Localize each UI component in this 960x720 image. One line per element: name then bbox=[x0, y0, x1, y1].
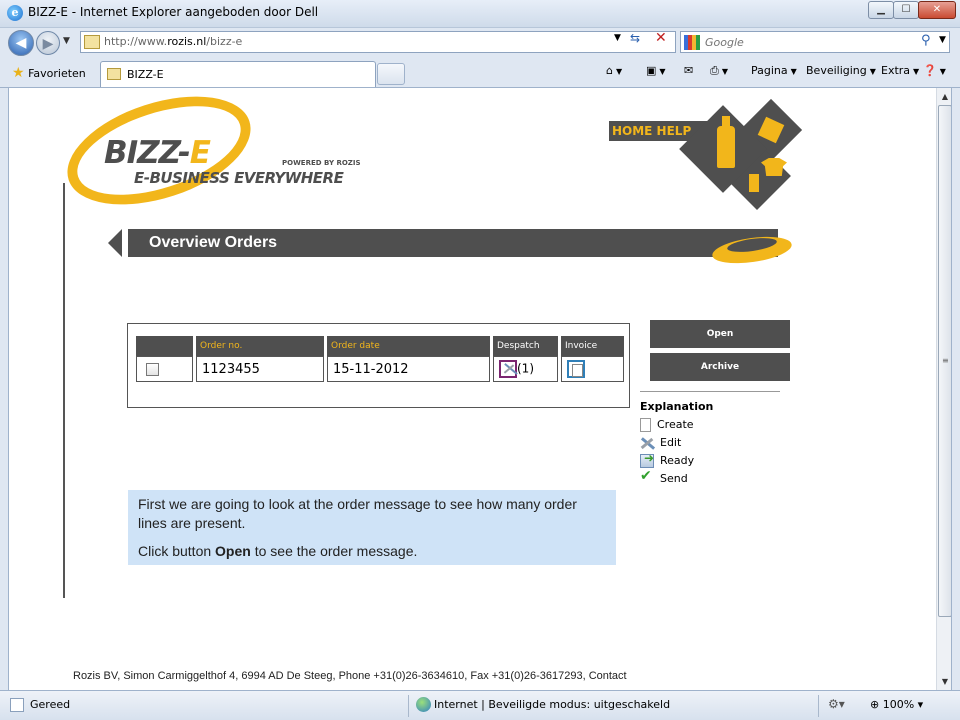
logo-powered-by: POWERED BY ROZIS bbox=[282, 159, 361, 167]
legend-item-create: Create bbox=[640, 418, 694, 432]
scroll-up-icon[interactable]: ▲ bbox=[937, 88, 951, 105]
left-divider bbox=[63, 183, 65, 598]
table-header-row: Order no. Order date Despatch Invoice bbox=[136, 336, 624, 356]
checkmark-icon bbox=[640, 468, 654, 486]
search-options-dropdown-icon[interactable]: ▼ bbox=[939, 35, 946, 45]
vertical-scrollbar[interactable]: ▲ ≡ ▼ bbox=[936, 88, 951, 690]
row-checkbox[interactable] bbox=[146, 362, 159, 376]
ie-logo-icon: e bbox=[7, 5, 23, 21]
despatch-edit-icon[interactable] bbox=[499, 360, 517, 378]
page-status-icon bbox=[10, 698, 24, 712]
edit-tools-icon bbox=[640, 436, 654, 450]
security-zone[interactable]: Internet | Beveiligde modus: uitgeschake… bbox=[434, 698, 670, 711]
scroll-thumb[interactable]: ≡ bbox=[938, 105, 951, 617]
legend-divider bbox=[640, 391, 780, 392]
favicon-icon bbox=[107, 68, 121, 80]
column-header-invoice: Invoice bbox=[561, 336, 624, 356]
status-text: Gereed bbox=[30, 698, 71, 711]
status-divider bbox=[818, 695, 819, 717]
back-button[interactable]: ◀ bbox=[8, 30, 34, 56]
column-header-order-no[interactable]: Order no. bbox=[196, 336, 324, 356]
legend-item-edit: Edit bbox=[640, 436, 681, 450]
orders-table: Order no. Order date Despatch Invoice 11… bbox=[133, 336, 627, 382]
google-icon bbox=[684, 35, 700, 50]
address-url[interactable]: http://www.rozis.nl/bizz-e bbox=[104, 35, 242, 48]
recent-pages-dropdown-icon[interactable]: ▼ bbox=[63, 36, 70, 46]
tab-label: BIZZ-E bbox=[127, 68, 164, 81]
legend-item-send: Send bbox=[640, 468, 688, 486]
protected-mode-icon[interactable]: ⚙▾ bbox=[828, 697, 845, 711]
page-title: Overview Orders bbox=[149, 234, 278, 251]
bottle-icon bbox=[717, 126, 735, 168]
instruction-line-2: Click button Open to see the order messa… bbox=[138, 543, 418, 559]
pagina-menu[interactable]: Pagina ▼ bbox=[751, 64, 797, 77]
stop-icon[interactable]: ✕ bbox=[655, 30, 667, 46]
legend-item-ready: Ready bbox=[640, 451, 694, 468]
instruction-line-1: First we are going to look at the order … bbox=[138, 496, 577, 531]
mail-icon[interactable]: ✉ bbox=[684, 64, 693, 77]
order-date-cell: 15-11-2012 bbox=[327, 356, 490, 382]
search-box[interactable]: ⚲ ▼ bbox=[680, 31, 950, 53]
page-icon bbox=[84, 35, 100, 49]
maximize-button[interactable]: ☐ bbox=[893, 1, 919, 19]
instruction-box: First we are going to look at the order … bbox=[128, 490, 616, 565]
back-arrow-icon[interactable] bbox=[108, 229, 122, 257]
window-titlebar: e BIZZ-E - Internet Explorer aangeboden … bbox=[0, 0, 960, 28]
column-header-select bbox=[136, 336, 193, 356]
minimize-button[interactable]: ▁ bbox=[868, 1, 894, 19]
row-select-cell[interactable] bbox=[136, 356, 193, 382]
home-help-link[interactable]: HOME HELP bbox=[612, 124, 691, 138]
status-bar: Gereed Internet | Beveiligde modus: uitg… bbox=[0, 690, 960, 720]
address-bar[interactable]: http://www.rozis.nl/bizz-e bbox=[80, 31, 676, 53]
star-icon: ★ bbox=[12, 65, 25, 81]
tab-bizz-e[interactable]: BIZZ-E bbox=[100, 61, 376, 87]
logo-tagline: E-BUSINESS EVERYWHERE bbox=[134, 169, 344, 187]
despatch-cell: (1) bbox=[493, 356, 558, 382]
zoom-level[interactable]: ⊕ 100% ▾ bbox=[870, 698, 923, 711]
column-header-order-date[interactable]: Order date bbox=[327, 336, 490, 356]
page-viewport: BIZZ-E POWERED BY ROZIS E-BUSINESS EVERY… bbox=[8, 88, 952, 690]
open-button[interactable]: Open bbox=[650, 320, 790, 348]
address-dropdown-icon[interactable]: ▼ bbox=[614, 33, 621, 43]
forward-button[interactable]: ▶ bbox=[36, 31, 60, 55]
invoice-create-icon[interactable] bbox=[567, 360, 585, 378]
extra-menu[interactable]: Extra ▼ bbox=[881, 64, 919, 77]
refresh-icon[interactable]: ⇆ bbox=[630, 31, 640, 45]
scroll-down-icon[interactable]: ▼ bbox=[937, 673, 951, 690]
favorites-label: Favorieten bbox=[28, 67, 86, 80]
legend-title: Explanation bbox=[640, 400, 714, 413]
orders-panel: Order no. Order date Despatch Invoice 11… bbox=[127, 323, 630, 408]
order-no-cell: 1123455 bbox=[196, 356, 324, 382]
table-row[interactable]: 1123455 15-11-2012 (1) bbox=[136, 356, 624, 382]
help-icon[interactable]: ❓ ▼ bbox=[923, 64, 946, 77]
column-header-despatch: Despatch bbox=[493, 336, 558, 356]
document-icon bbox=[640, 418, 651, 432]
rss-feed-icon[interactable]: ▣ ▼ bbox=[646, 64, 666, 77]
small-bottle-icon bbox=[749, 174, 759, 192]
invoice-cell bbox=[561, 356, 624, 382]
grip-icon: ≡ bbox=[942, 356, 949, 365]
search-icon[interactable]: ⚲ bbox=[921, 33, 931, 48]
beveiliging-menu[interactable]: Beveiliging ▼ bbox=[806, 64, 876, 77]
globe-icon bbox=[416, 697, 431, 712]
bizz-e-logo[interactable]: BIZZ-E POWERED BY ROZIS E-BUSINESS EVERY… bbox=[53, 88, 379, 226]
window-title: BIZZ-E - Internet Explorer aangeboden do… bbox=[28, 5, 319, 19]
envelope-arrow-icon bbox=[640, 451, 654, 468]
archive-button[interactable]: Archive bbox=[650, 353, 790, 381]
close-button[interactable]: ✕ bbox=[918, 1, 956, 19]
tab-bar: ★ Favorieten BIZZ-E ⌂ ▼ ▣ ▼ ✉ ⎙ ▼ Pagina ▼ B… bbox=[0, 58, 960, 88]
search-input[interactable] bbox=[703, 33, 913, 51]
logo-brand: BIZZ-E bbox=[104, 135, 211, 171]
status-divider bbox=[408, 695, 409, 717]
favorites-button[interactable]: ★ Favorieten bbox=[8, 62, 90, 84]
despatch-count: (1) bbox=[517, 361, 534, 376]
home-icon[interactable]: ⌂ ▼ bbox=[606, 64, 622, 77]
new-tab-button[interactable] bbox=[377, 63, 405, 85]
print-icon[interactable]: ⎙ ▼ bbox=[710, 64, 728, 78]
page-footer: Rozis BV, Simon Carmiggelthof 4, 6994 AD… bbox=[73, 670, 627, 682]
navigation-bar: ◀ ▶ ▼ http://www.rozis.nl/bizz-e ▼ ⇆ ✕ ⚲… bbox=[0, 28, 960, 58]
